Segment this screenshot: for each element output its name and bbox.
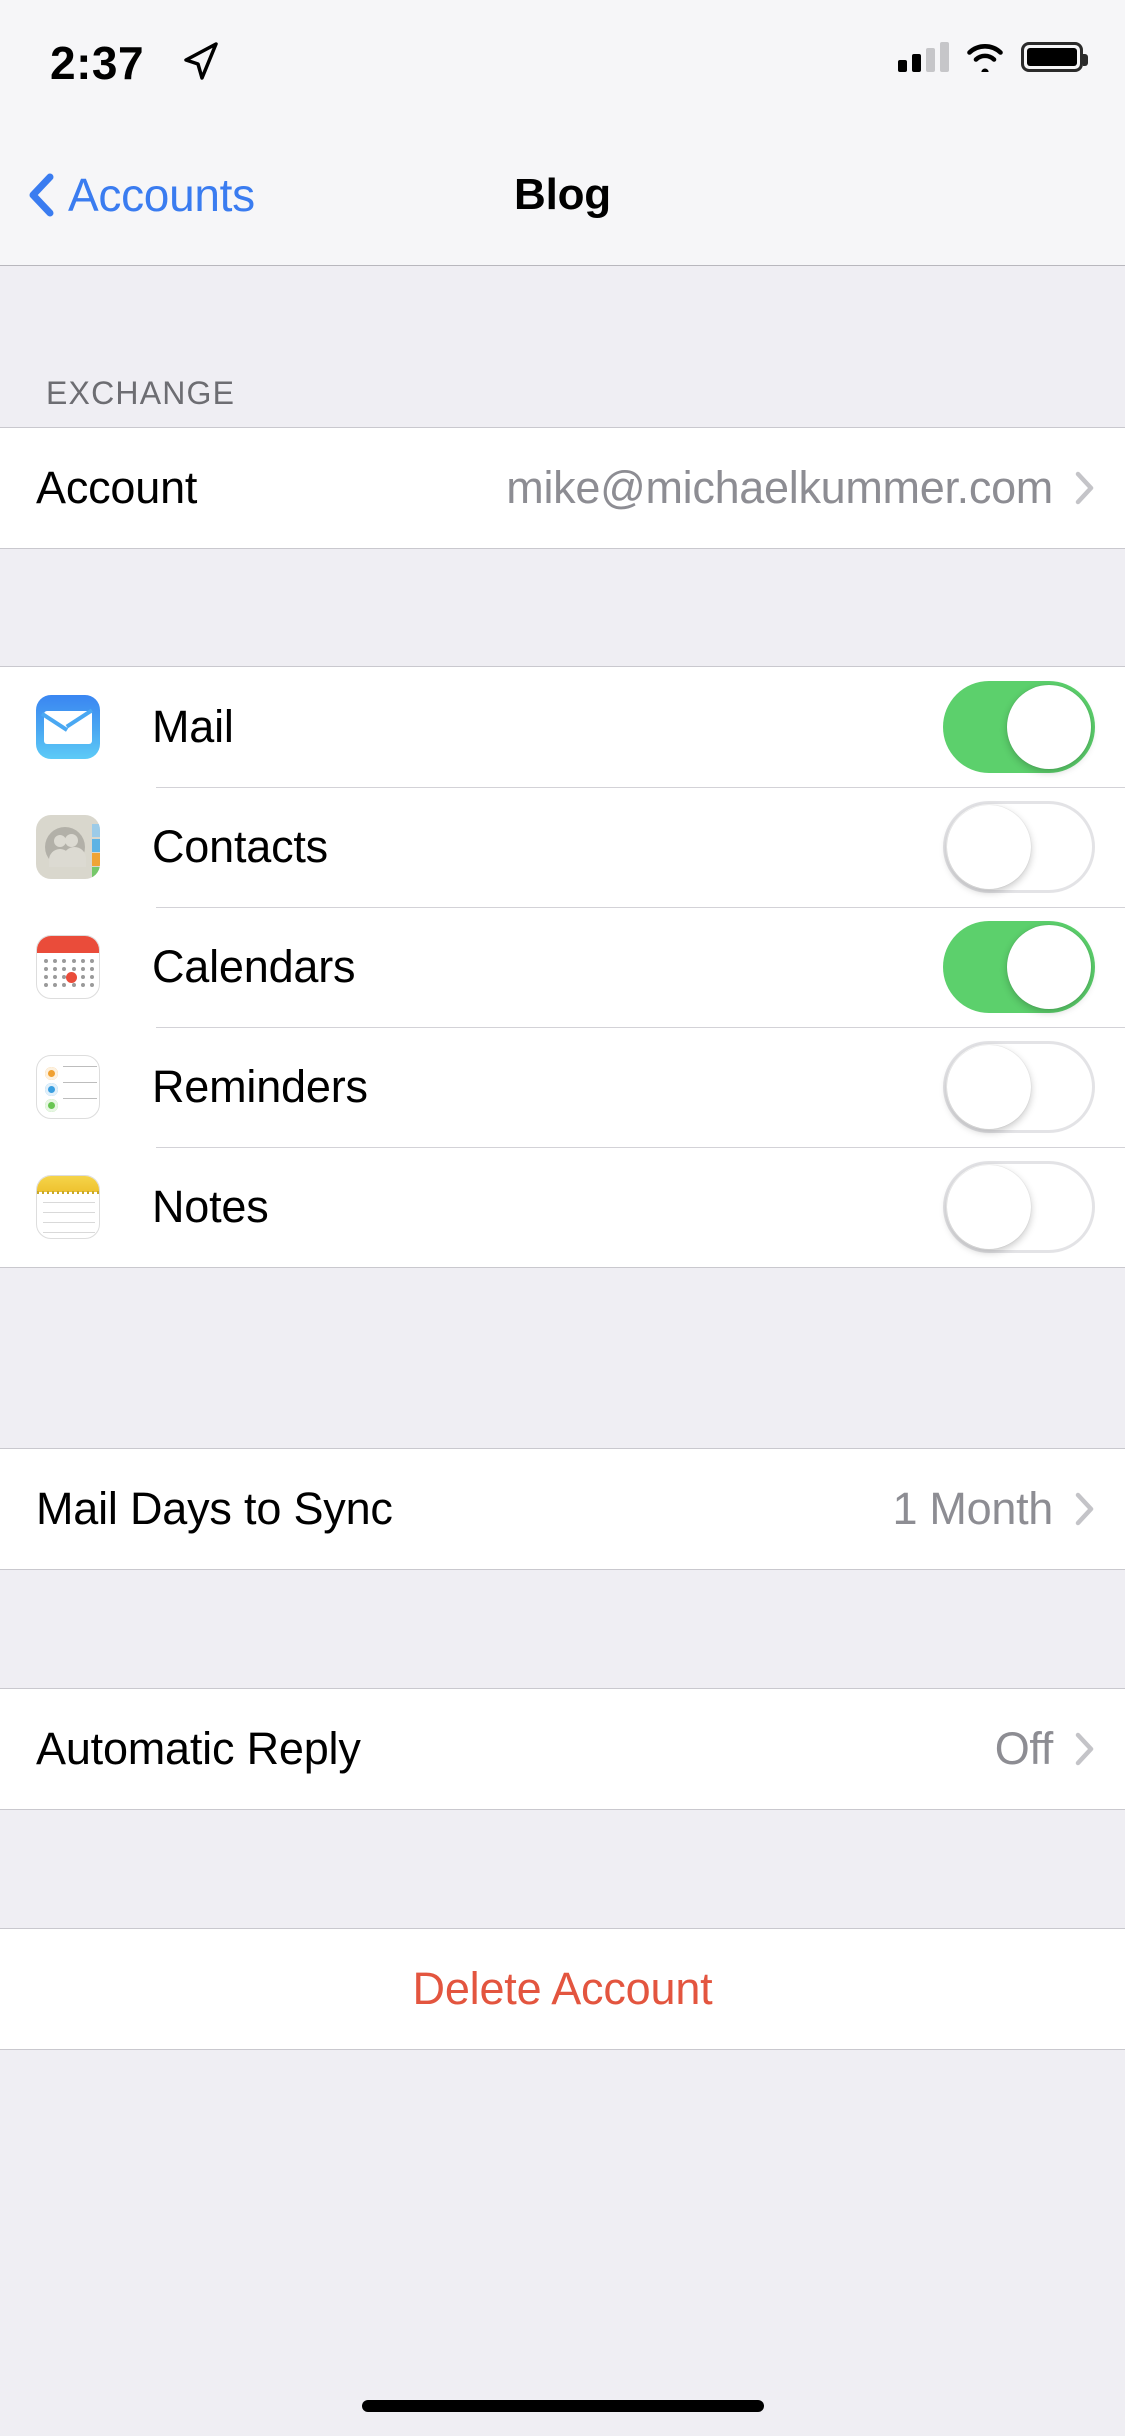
mail-days-to-sync-label: Mail Days to Sync (36, 1483, 393, 1534)
chevron-right-icon (1075, 1492, 1094, 1526)
section-header-exchange: EXCHANGE (46, 375, 236, 411)
service-row-mail[interactable]: Mail (0, 667, 1125, 787)
delete-account-group: Delete Account (0, 1928, 1125, 2050)
location-arrow-icon (184, 42, 218, 80)
wifi-icon (967, 44, 1003, 72)
ios-settings-screen: 2:37 Accounts Blog EXCHANGE Account mike… (0, 0, 1125, 2436)
cellular-signal-icon (898, 42, 949, 72)
service-label-notes: Notes (152, 1181, 269, 1232)
service-row-calendars[interactable]: Calendars (0, 907, 1125, 1027)
mail-days-to-sync-row[interactable]: Mail Days to Sync 1 Month (0, 1449, 1125, 1569)
status-bar-indicators (898, 34, 1088, 80)
delete-account-label: Delete Account (412, 1963, 713, 2014)
automatic-reply-row[interactable]: Automatic Reply Off (0, 1689, 1125, 1809)
mail-days-to-sync-value: 1 Month (892, 1483, 1054, 1534)
battery-icon (1021, 42, 1088, 72)
services-group: Mail Contacts Calendars Reminders Notes (0, 666, 1125, 1268)
service-row-notes[interactable]: Notes (0, 1147, 1125, 1267)
service-label-mail: Mail (152, 701, 234, 752)
home-indicator[interactable] (361, 2400, 764, 2412)
navigation-bar: Accounts Blog (0, 132, 1125, 266)
mail-days-group: Mail Days to Sync 1 Month (0, 1448, 1125, 1570)
service-row-contacts[interactable]: Contacts (0, 787, 1125, 907)
mail-app-icon (36, 695, 100, 759)
account-group: Account mike@michaelkummer.com (0, 427, 1125, 549)
service-label-reminders: Reminders (152, 1061, 368, 1112)
calendar-app-icon (36, 935, 100, 999)
automatic-reply-value: Off (994, 1723, 1054, 1774)
spacer-4 (0, 1810, 1125, 1928)
automatic-reply-label: Automatic Reply (36, 1723, 361, 1774)
toggle-mail[interactable] (943, 681, 1095, 773)
status-bar: 2:37 (0, 0, 1125, 132)
exchange-section-header-area: EXCHANGE (0, 266, 1125, 427)
spacer-1 (0, 549, 1125, 666)
toggle-reminders[interactable] (943, 1041, 1095, 1133)
reminders-app-icon (36, 1055, 100, 1119)
account-row[interactable]: Account mike@michaelkummer.com (0, 428, 1125, 548)
contacts-app-icon (36, 815, 100, 879)
account-row-value: mike@michaelkummer.com (506, 462, 1053, 513)
toggle-notes[interactable] (943, 1161, 1095, 1253)
spacer-bottom (0, 2050, 1125, 2436)
service-label-contacts: Contacts (152, 821, 328, 872)
page-title: Blog (514, 170, 611, 219)
toggle-calendars[interactable] (943, 921, 1095, 1013)
account-row-label: Account (36, 462, 198, 513)
toggle-contacts[interactable] (943, 801, 1095, 893)
spacer-2 (0, 1269, 1125, 1448)
service-row-reminders[interactable]: Reminders (0, 1027, 1125, 1147)
chevron-right-icon (1075, 1732, 1094, 1766)
service-label-calendars: Calendars (152, 941, 356, 992)
spacer-3 (0, 1570, 1125, 1688)
status-bar-time: 2:37 (50, 37, 145, 89)
delete-account-button[interactable]: Delete Account (0, 1929, 1125, 2049)
automatic-reply-group: Automatic Reply Off (0, 1688, 1125, 1810)
chevron-right-icon (1075, 471, 1094, 505)
notes-app-icon (36, 1175, 100, 1239)
